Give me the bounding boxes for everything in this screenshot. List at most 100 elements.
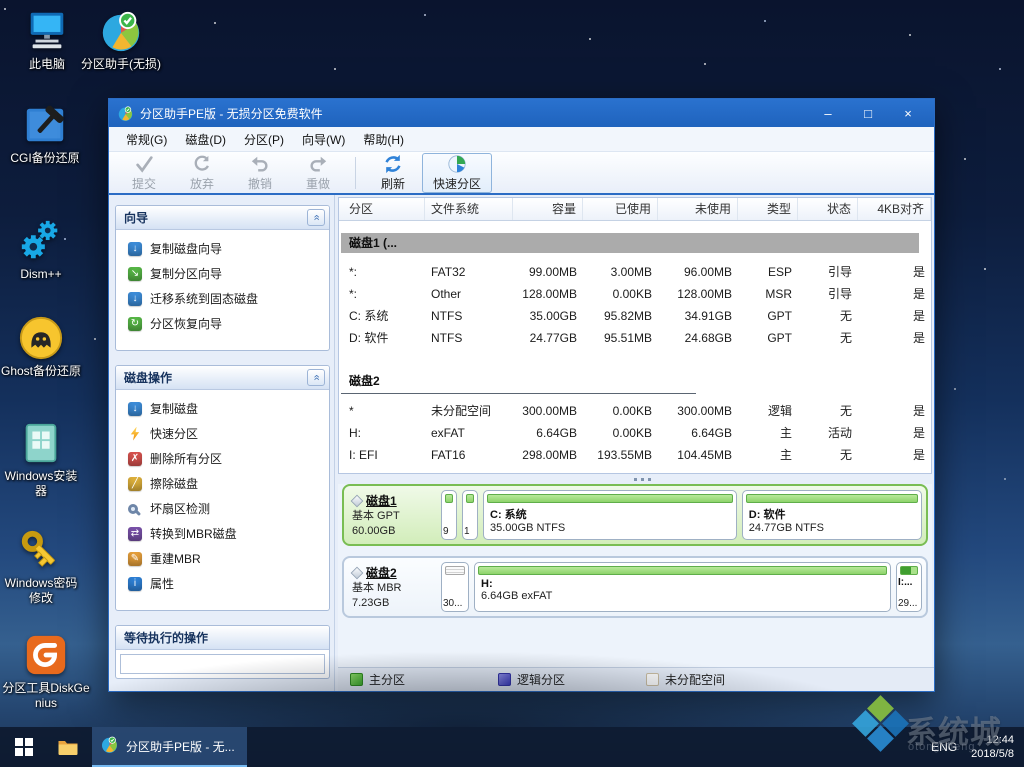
table-cell: 是 <box>858 444 931 466</box>
rebuild-mbr-icon: ✎ <box>128 552 142 566</box>
disk-row-磁盘1[interactable]: 磁盘1基本 GPT60.00GB91 C: 系统35.00GB NTFSD: 软件… <box>342 484 928 546</box>
sidebar-item[interactable]: ╱ 擦除磁盘 <box>116 471 329 496</box>
desktop-icon-windows-installer[interactable]: Windows安装器 <box>0 420 82 499</box>
column-header-1[interactable]: 文件系统 <box>425 198 513 220</box>
sidebar-item[interactable]: ↓迁移系统到固态磁盘 <box>116 286 329 311</box>
ghost-backup-icon <box>18 315 64 361</box>
table-row[interactable]: *:Other128.00MB0.00KB128.00MBMSR引导是 <box>339 283 931 305</box>
desktop-icon-diskgenius[interactable]: 分区工具DiskGenius <box>0 632 92 711</box>
table-row[interactable]: *未分配空间300.00MB0.00KB300.00MB逻辑无是 <box>339 400 931 422</box>
menu-item-2[interactable]: 分区(P) <box>235 128 293 151</box>
sidebar-item[interactable]: 坏扇区检测 <box>116 496 329 521</box>
table-cell: 无 <box>798 400 858 422</box>
splitter-handle[interactable] <box>338 476 932 483</box>
column-header-2[interactable]: 容量 <box>513 198 583 220</box>
toolbar-commit-button[interactable]: 提交 <box>115 153 173 193</box>
toolbar-undo-button[interactable]: 撤销 <box>231 153 289 193</box>
partition-assistant-window: 分区助手PE版 - 无损分区免费软件 –□× 常规(G)磁盘(D)分区(P)向导… <box>108 98 935 692</box>
sidebar-panel-header[interactable]: 等待执行的操作 <box>116 626 329 650</box>
partition-block[interactable]: H:6.64GB exFAT <box>474 562 891 612</box>
table-cell: * <box>339 400 425 422</box>
desktop-icon-windows-password[interactable]: Windows密码修改 <box>0 527 82 606</box>
partition-size-label: 35.00GB NTFS <box>484 522 736 534</box>
partition-block[interactable]: 9 <box>441 490 457 540</box>
disk-label[interactable]: 磁盘2基本 MBR7.23GB <box>348 562 436 612</box>
table-cell: H: <box>339 422 425 444</box>
toolbar-discard-button[interactable]: 放弃 <box>173 153 231 193</box>
sidebar-panel-header[interactable]: 磁盘操作« <box>116 366 329 390</box>
disk-row-磁盘2[interactable]: 磁盘2基本 MBR7.23GB30...H:6.64GB exFATI:...2… <box>342 556 928 618</box>
sidebar-item[interactable]: ↻分区恢复向导 <box>116 311 329 336</box>
sidebar-item[interactable]: i属性 <box>116 571 329 596</box>
menu-item-0[interactable]: 常规(G) <box>117 128 176 151</box>
sidebar-item[interactable]: ↓复制磁盘向导 <box>116 236 329 261</box>
table-cell: exFAT <box>425 422 513 444</box>
disk-label[interactable]: 磁盘1基本 GPT60.00GB <box>348 490 436 540</box>
sidebar-item[interactable]: 快速分区 <box>116 421 329 446</box>
column-header-3[interactable]: 已使用 <box>583 198 658 220</box>
table-cell: 3.00MB <box>583 261 658 283</box>
toolbar-separator <box>355 157 356 189</box>
toolbar-button-label: 放弃 <box>190 175 214 192</box>
menu-item-3[interactable]: 向导(W) <box>293 128 354 151</box>
desktop-icon-ghost-backup[interactable]: Ghost备份还原 <box>0 315 82 379</box>
desktop-icon-partition-assistant[interactable]: 分区助手(无损) <box>80 8 162 72</box>
windows-installer-icon <box>18 420 64 466</box>
window-titlebar[interactable]: 分区助手PE版 - 无损分区免费软件 –□× <box>109 99 934 127</box>
table-row[interactable]: I: EFIFAT16298.00MB193.55MB104.45MB主无是 <box>339 444 931 466</box>
disk-group-header-0[interactable]: 磁盘1 (... <box>341 233 919 253</box>
sidebar-item[interactable]: ✎重建MBR <box>116 546 329 571</box>
toolbar-redo-button[interactable]: 重做 <box>289 153 347 193</box>
desktop-icon-this-pc[interactable]: 此电脑 <box>6 8 88 72</box>
sidebar-item-label: 复制分区向导 <box>150 265 222 282</box>
partition-block[interactable]: I:...29... <box>896 562 922 612</box>
table-cell: 0.00KB <box>583 400 658 422</box>
partition-block[interactable]: 1 <box>462 490 478 540</box>
partition-block[interactable]: D: 软件24.77GB NTFS <box>742 490 922 540</box>
taskbar-task-partition-assistant[interactable]: 分区助手PE版 - 无... <box>92 727 247 767</box>
sidebar-item[interactable]: ↘复制分区向导 <box>116 261 329 286</box>
desktop-icon-label: Windows密码修改 <box>0 576 82 606</box>
disk-group-header-1[interactable]: 磁盘2 <box>341 371 919 391</box>
column-header-6[interactable]: 状态 <box>798 198 858 220</box>
menu-item-1[interactable]: 磁盘(D) <box>176 128 235 151</box>
desktop-icon-cgi-backup[interactable]: CGI备份还原 <box>0 102 90 166</box>
window-title: 分区助手PE版 - 无损分区免费软件 <box>140 105 808 122</box>
start-button[interactable] <box>0 727 48 767</box>
desktop-icon-label: Ghost备份还原 <box>0 364 82 379</box>
desktop-icon-dism[interactable]: Dism++ <box>0 218 82 282</box>
partition-block[interactable]: C: 系统35.00GB NTFS <box>483 490 737 540</box>
table-row[interactable]: C: 系统NTFS35.00GB95.82MB34.91GBGPT无是 <box>339 305 931 327</box>
column-header-5[interactable]: 类型 <box>738 198 798 220</box>
wipe-disk-icon: ╱ <box>128 477 142 491</box>
sidebar-panel-body <box>120 654 325 674</box>
sidebar-item-label: 擦除磁盘 <box>150 475 198 492</box>
partition-size-label: 1 <box>463 526 477 539</box>
sidebar-item[interactable]: ✗删除所有分区 <box>116 446 329 471</box>
file-explorer-button[interactable] <box>48 727 88 767</box>
partition-block[interactable]: 30... <box>441 562 469 612</box>
minimize-button[interactable]: – <box>808 100 848 126</box>
dism-icon <box>18 218 64 264</box>
sidebar-item[interactable]: ⇄转换到MBR磁盘 <box>116 521 329 546</box>
input-language-indicator[interactable]: ENG <box>931 740 957 754</box>
menu-item-4[interactable]: 帮助(H) <box>354 128 413 151</box>
sidebar-item[interactable]: ↓复制磁盘 <box>116 396 329 421</box>
collapse-chevron-icon[interactable]: « <box>307 209 325 226</box>
column-header-7[interactable]: 4KB对齐 <box>858 198 931 220</box>
column-header-0[interactable]: 分区 <box>339 198 425 220</box>
table-row[interactable]: D: 软件NTFS24.77GB95.51MB24.68GBGPT无是 <box>339 327 931 349</box>
tray-clock[interactable]: 12:44 2018/5/8 <box>971 733 1014 761</box>
discard-icon <box>192 154 212 174</box>
sidebar-panel-header[interactable]: 向导« <box>116 206 329 230</box>
toolbar-quick-partition-button[interactable]: 快速分区 <box>422 153 492 193</box>
close-button[interactable]: × <box>888 100 928 126</box>
table-cell: 128.00MB <box>513 283 583 305</box>
table-row[interactable]: *:FAT3299.00MB3.00MB96.00MBESP引导是 <box>339 261 931 283</box>
table-row[interactable]: H:exFAT6.64GB0.00KB6.64GB主活动是 <box>339 422 931 444</box>
collapse-chevron-icon[interactable]: « <box>307 369 325 386</box>
column-header-4[interactable]: 未使用 <box>658 198 738 220</box>
toolbar-refresh-button[interactable]: 刷新 <box>364 153 422 193</box>
diskgenius-icon <box>23 632 69 678</box>
maximize-button[interactable]: □ <box>848 100 888 126</box>
